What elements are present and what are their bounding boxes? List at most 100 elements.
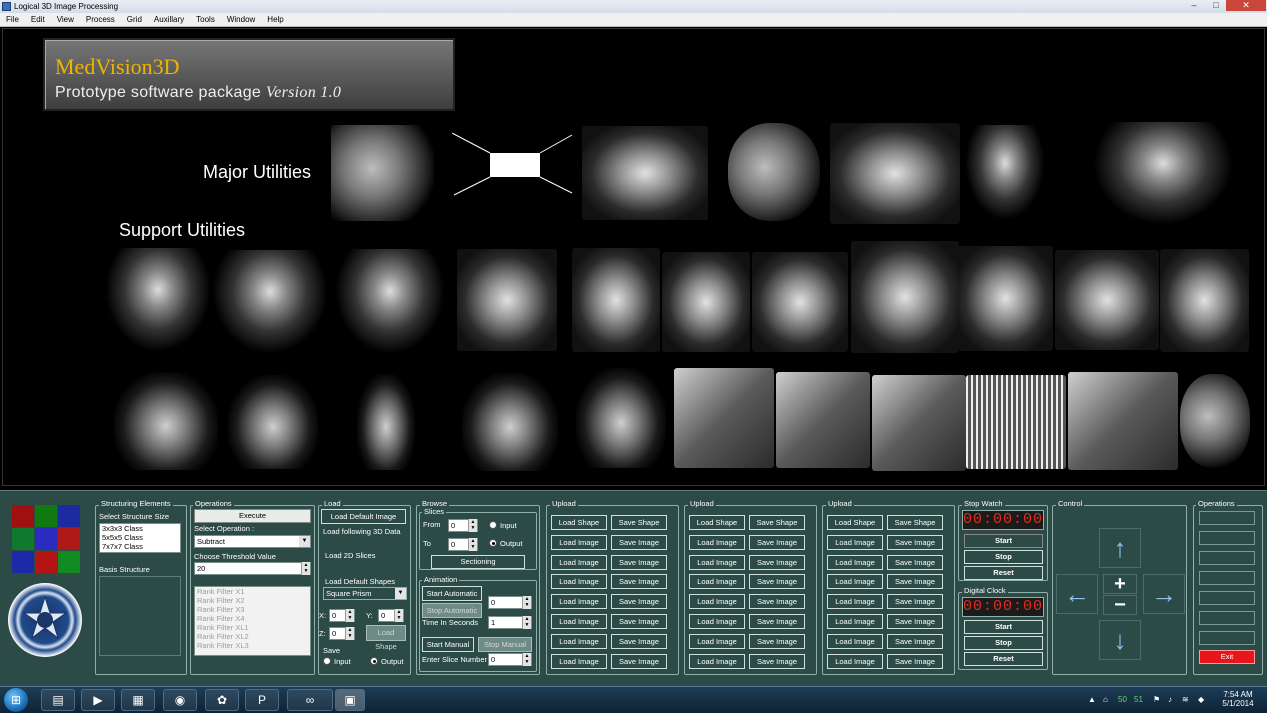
operation-slot-button[interactable] [1199,611,1255,625]
from-input[interactable]: 0 ▲ ▼ [448,519,478,532]
support-thumb-13[interactable] [228,375,318,469]
support-thumb-20[interactable] [966,375,1066,469]
save-image-button[interactable]: Save Image [611,614,667,629]
load-image-button[interactable]: Load Image [827,594,883,610]
load-shape-button[interactable]: Load Shape [366,625,406,651]
spreadsheet-icon[interactable]: ▦ [121,689,155,711]
rank-filter-option[interactable]: Rank Filter XL1 [197,623,310,632]
signal-icon[interactable]: ≋ [1182,695,1189,704]
x-spinner-icon[interactable]: ▲ ▼ [345,609,354,622]
major-utility-thumb-5[interactable] [830,123,960,224]
load-image-button[interactable]: Load Image [551,633,607,649]
stopwatch-start-button[interactable]: Start [964,534,1043,548]
save-image-button[interactable]: Save Image [749,653,805,669]
load-image-button[interactable]: Load Image [689,534,745,550]
load-image-button[interactable]: Load Image [827,653,883,669]
save-image-button[interactable]: Save Image [611,554,667,570]
z-spinner-icon[interactable]: ▲ ▼ [345,627,354,640]
load-image-button[interactable]: Load Image [551,594,607,610]
save-image-button[interactable]: Save Image [887,554,943,570]
arrow-left-icon[interactable]: ← [1056,574,1098,614]
load-image-button[interactable]: Load Image [551,653,607,669]
maximize-button[interactable]: □ [1206,0,1226,11]
load-image-button[interactable]: Load Image [827,554,883,570]
arrow-down-icon[interactable]: ↓ [1099,620,1141,660]
load-image-button[interactable]: Load Image [689,574,745,590]
operation-slot-button[interactable] [1199,551,1255,565]
time-seconds-input[interactable]: 1 ▲ ▼ [488,616,532,629]
support-thumb-3[interactable] [335,249,445,354]
rank-filter-option[interactable]: Rank Filter XL3 [197,641,310,650]
stopwatch-stop-button[interactable]: Stop [964,550,1043,564]
support-thumb-18[interactable] [776,372,870,468]
menu-help[interactable]: Help [261,13,289,27]
save-image-button[interactable]: Save Image [611,574,667,590]
minimize-button[interactable]: – [1184,0,1204,11]
save-image-button[interactable]: Save Image [887,614,943,629]
zoom-in-button[interactable]: + [1103,574,1137,594]
rank-filter-option[interactable]: Rank Filter X4 [197,614,310,623]
save-image-button[interactable]: Save Image [611,633,667,649]
support-thumb-9[interactable] [958,246,1053,351]
menu-edit[interactable]: Edit [25,13,51,27]
load-image-button[interactable]: Load Image [827,614,883,629]
support-thumb-19[interactable] [872,375,966,471]
from-spinner-icon[interactable]: ▲ ▼ [468,519,477,532]
support-thumb-12[interactable] [114,372,218,470]
save-image-button[interactable]: Save Image [887,534,943,550]
execute-button[interactable]: Execute [194,509,311,523]
clock-start-button[interactable]: Start [964,620,1043,634]
support-thumb-22[interactable] [1180,374,1250,468]
save-image-button[interactable]: Save Image [749,554,805,570]
load-image-button[interactable]: Load Image [689,554,745,570]
network-icon[interactable]: ⌂ [1103,695,1108,704]
active-app-icon[interactable]: ▣ [335,689,365,711]
structure-size-option[interactable]: 7x7x7 Class [102,542,180,551]
menu-process[interactable]: Process [80,13,121,27]
save-image-button[interactable]: Save Image [887,653,943,669]
operation-slot-button[interactable] [1199,591,1255,605]
start-automatic-button[interactable]: Start Automatic [422,586,482,601]
slice-number-input[interactable]: 0 ▲ ▼ [488,653,532,666]
support-thumb-11[interactable] [1160,249,1249,352]
clock-stop-button[interactable]: Stop [964,636,1043,650]
volume-icon[interactable]: ♪ [1168,695,1172,704]
load-default-image-button[interactable]: Load Default Image [321,509,406,524]
load-image-button[interactable]: Load Image [551,554,607,570]
slice-output-radio[interactable] [489,539,497,547]
save-image-button[interactable]: Save Image [887,594,943,610]
save-image-button[interactable]: Save Image [749,594,805,610]
tray-counter-2[interactable]: 51 [1134,695,1143,704]
load-image-button[interactable]: Load Image [827,633,883,649]
slice-number-spinner-icon[interactable]: ▲ ▼ [522,653,531,666]
tray-arrow-icon[interactable]: ▲ [1088,695,1096,704]
y-input[interactable]: 0 ▲ ▼ [378,609,404,622]
z-input[interactable]: 0 ▲ ▼ [329,627,355,640]
chevron-down-icon[interactable]: ▼ [299,536,310,547]
stop-automatic-button[interactable]: Stop Automatic [422,603,482,618]
menu-auxillary[interactable]: Auxillary [148,13,190,27]
close-button[interactable]: ✕ [1226,0,1266,11]
operation-select[interactable]: Subtract ▼ [194,535,311,548]
menu-file[interactable]: File [0,13,25,27]
save-image-button[interactable]: Save Image [749,534,805,550]
save-image-button[interactable]: Save Image [611,534,667,550]
save-image-button[interactable]: Save Image [611,653,667,669]
major-utility-thumb-1[interactable] [331,125,434,221]
menu-window[interactable]: Window [221,13,261,27]
save-shape-button[interactable]: Save Shape [887,515,943,530]
operation-slot-button[interactable] [1199,511,1255,525]
major-utility-thumb-6[interactable] [965,125,1045,220]
major-utility-thumb-3[interactable] [582,126,708,220]
load-image-button[interactable]: Load Image [689,614,745,629]
start-manual-button[interactable]: Start Manual [422,637,474,652]
support-thumb-15[interactable] [462,373,558,471]
save-image-button[interactable]: Save Image [887,633,943,649]
operation-slot-button[interactable] [1199,531,1255,545]
to-input[interactable]: 0 ▲ ▼ [448,538,478,551]
slice-input-radio[interactable] [489,521,497,529]
rank-filter-option[interactable]: Rank Filter X3 [197,605,310,614]
sectioning-button[interactable]: Sectioning [431,555,525,569]
structure-size-option[interactable]: 5x5x5 Class [102,533,180,542]
exit-button[interactable]: Exit [1199,650,1255,664]
